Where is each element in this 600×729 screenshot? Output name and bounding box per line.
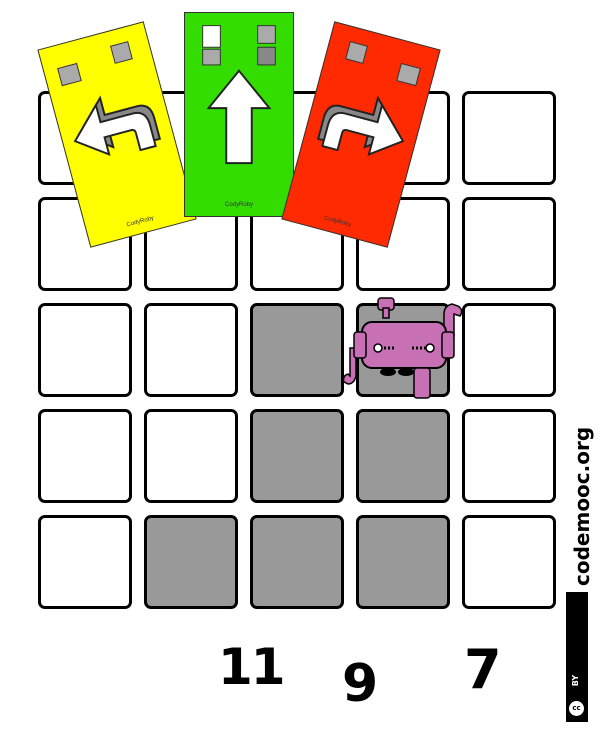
board-cell bbox=[356, 515, 450, 609]
card-forward[interactable]: CodyRoby bbox=[184, 12, 294, 217]
count-middle: 9 bbox=[342, 654, 378, 714]
board-cell bbox=[462, 197, 556, 291]
board-cell bbox=[462, 409, 556, 503]
robot-character bbox=[342, 297, 463, 399]
cc-icon: cc bbox=[568, 700, 585, 717]
board-cell bbox=[144, 515, 238, 609]
board-cell bbox=[144, 409, 238, 503]
by-label: BY bbox=[571, 674, 581, 687]
card-brand-label: CodyRoby bbox=[224, 202, 253, 208]
board-cell bbox=[250, 303, 344, 397]
board-cell bbox=[462, 303, 556, 397]
board-cell bbox=[38, 515, 132, 609]
license-badge: cc BY bbox=[566, 592, 588, 722]
board-cell bbox=[144, 303, 238, 397]
board-cell bbox=[38, 303, 132, 397]
count-right: 7 bbox=[464, 638, 502, 701]
board-cell bbox=[250, 515, 344, 609]
board-cell bbox=[38, 409, 132, 503]
forward-arrow-icon bbox=[202, 25, 276, 165]
site-label: codemooc.org bbox=[570, 426, 594, 586]
board-cell bbox=[462, 515, 556, 609]
board-cell bbox=[462, 91, 556, 185]
board-cell bbox=[250, 409, 344, 503]
count-left: 11 bbox=[218, 638, 286, 696]
board-cell bbox=[356, 409, 450, 503]
